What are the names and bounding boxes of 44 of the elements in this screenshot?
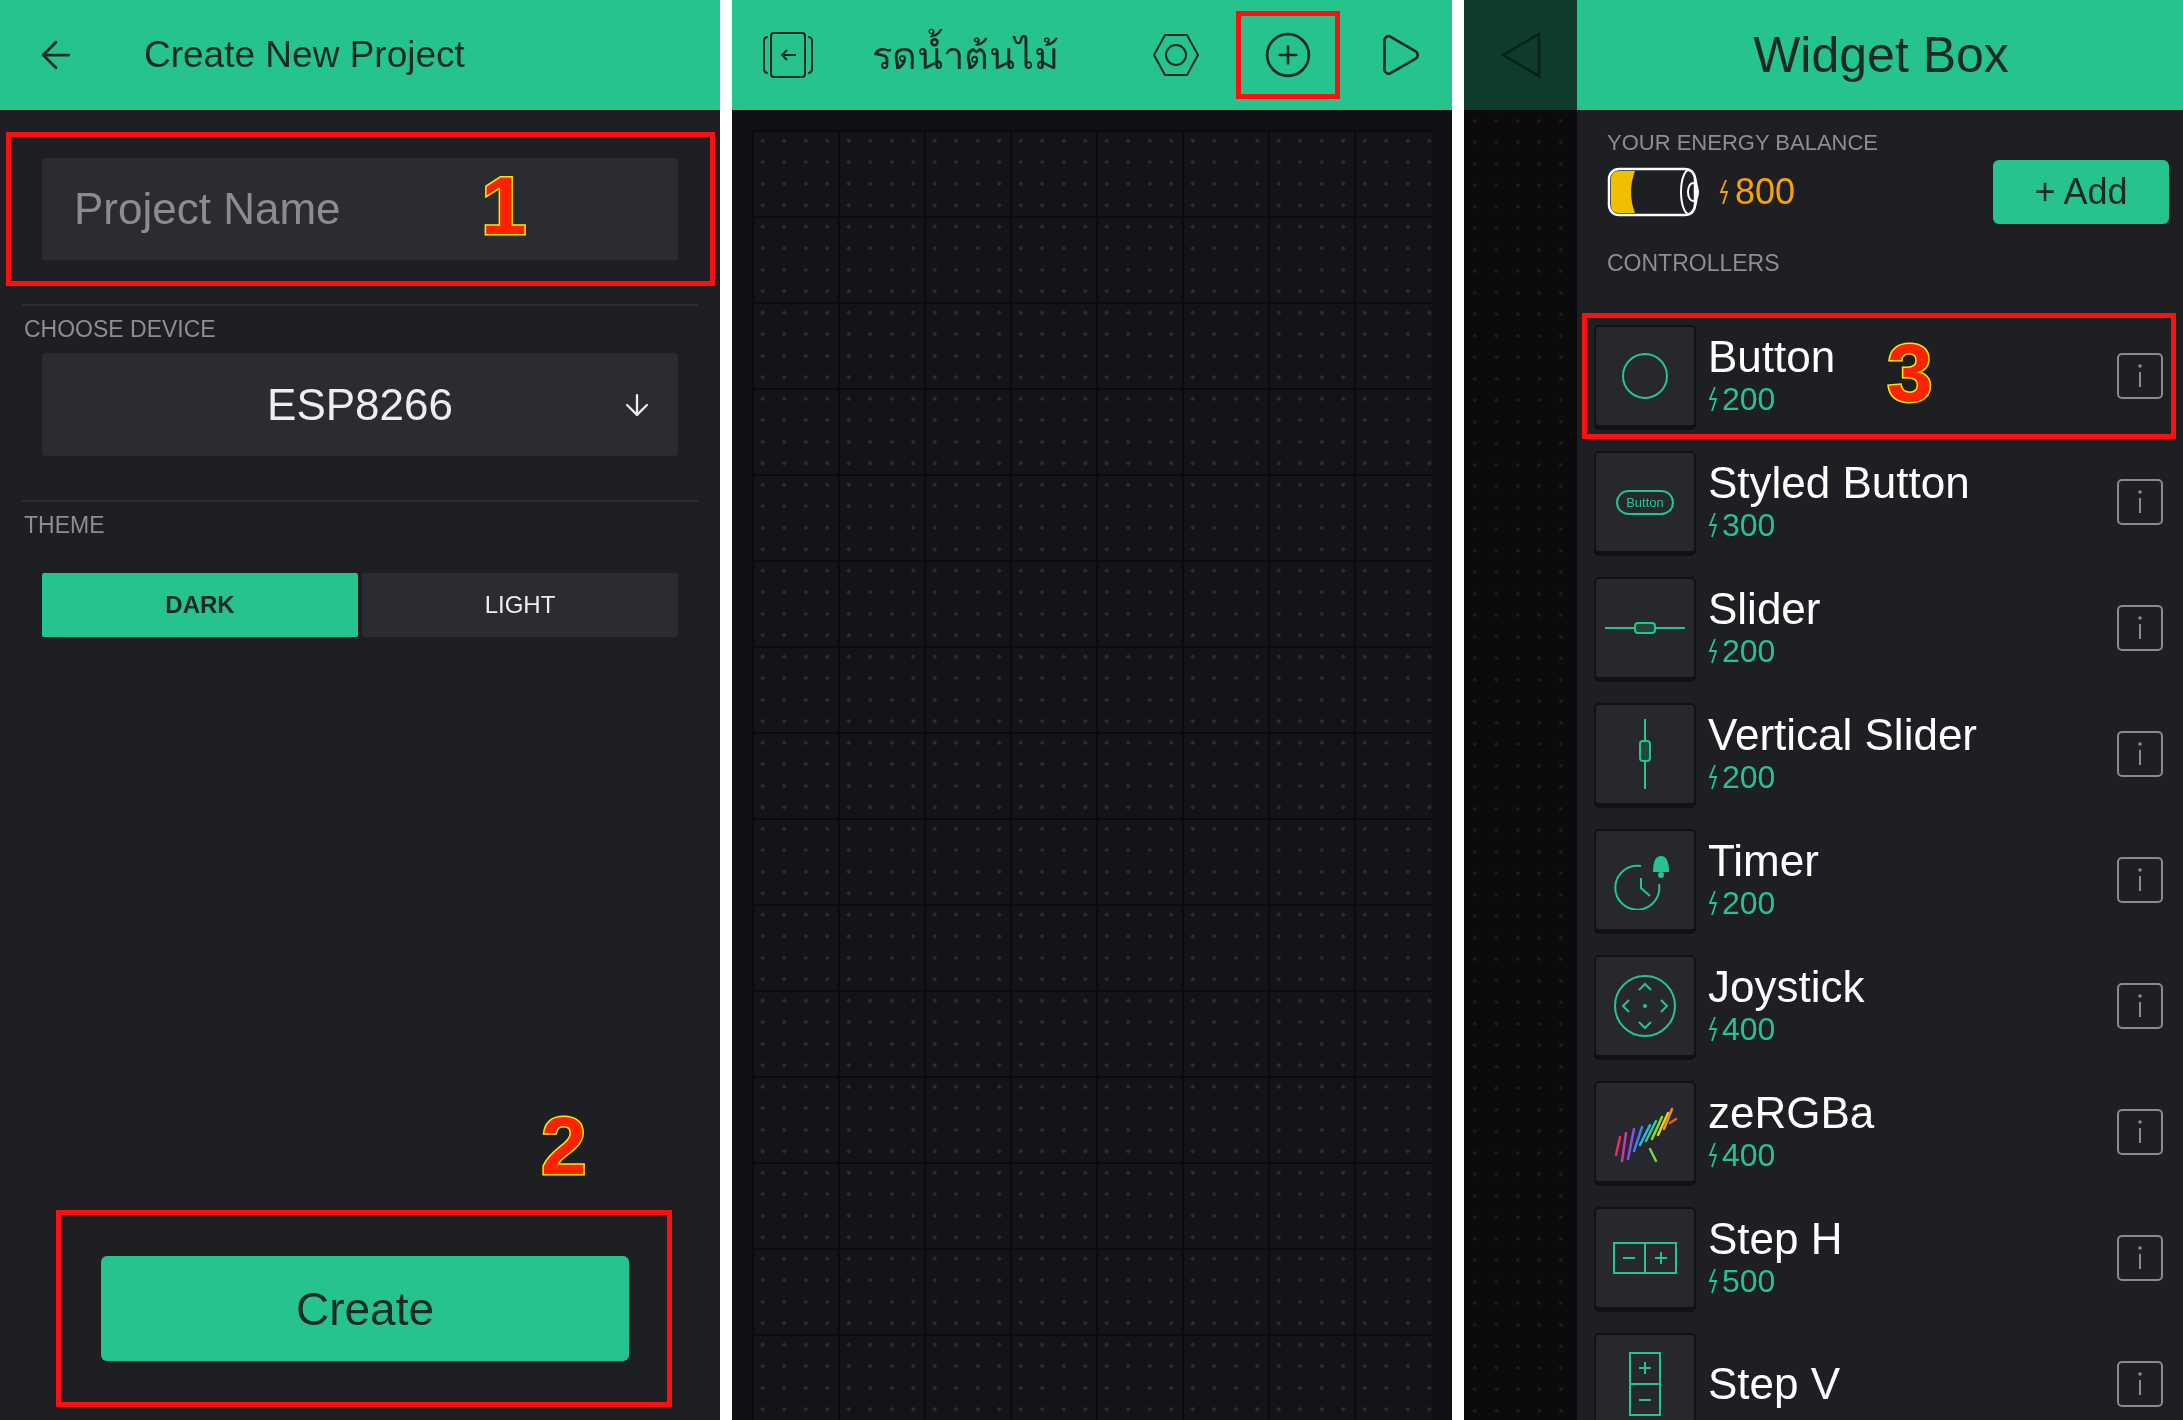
screen-title: Create New Project (144, 34, 465, 76)
widget-cost: 200 (1722, 884, 1776, 922)
widget-item[interactable]: Button Styled Button 300 (1582, 439, 2176, 565)
widget-name: Step H (1708, 1216, 1843, 1263)
widget-name: Button (1708, 334, 1836, 381)
widget-item[interactable]: Step H 500 (1582, 1195, 2176, 1321)
theme-option[interactable]: LIGHT (362, 573, 678, 637)
create-button[interactable]: Create (101, 1256, 629, 1361)
device-dropdown[interactable]: ESP8266 (42, 353, 678, 456)
widget-item[interactable]: Button 200 3 (1582, 313, 2176, 439)
widget-item[interactable]: Vertical Slider 200 (1582, 691, 2176, 817)
section-label: THEME (24, 512, 106, 539)
panel-title: Widget Box (1753, 26, 2009, 84)
widget-name: Step V (1708, 1360, 1841, 1408)
section-label: CHOOSE DEVICE (24, 316, 217, 343)
widget-cost: 400 (1722, 1010, 1776, 1048)
section-label: YOUR ENERGY BALANCE (1607, 130, 1879, 156)
widget-name: Joystick (1708, 964, 1865, 1011)
widget-name: zeRGBa (1708, 1090, 1875, 1137)
callout-number: 3 (1887, 332, 1933, 414)
callout-number: 1 (481, 165, 527, 247)
widget-item[interactable]: zeRGBa 400 (1582, 1069, 2176, 1195)
widget-item[interactable]: Slider 200 (1582, 565, 2176, 691)
widget-cost: 200 (1722, 758, 1776, 796)
widget-item[interactable]: Timer 200 (1582, 817, 2176, 943)
device-value: ESP8266 (267, 379, 453, 430)
energy-amount: 800 (1735, 171, 1796, 213)
add-energy-button[interactable]: + Add (1993, 160, 2169, 224)
widget-item[interactable]: Joystick 400 (1582, 943, 2176, 1069)
widget-cost: 200 (1722, 380, 1776, 418)
project-title: รดน้ำต้นไม้ (872, 24, 1059, 86)
widget-name: Slider (1708, 586, 1821, 633)
widget-item[interactable]: Step V (1582, 1321, 2176, 1420)
widget-cost: 400 (1722, 1136, 1776, 1174)
widget-name: Styled Button (1708, 460, 1970, 507)
pill-icon: Button (1616, 489, 1674, 515)
widget-cost: 200 (1722, 632, 1776, 670)
section-label: CONTROLLERS (1607, 250, 1781, 277)
theme-option[interactable]: DARK (42, 573, 358, 637)
widget-name: Vertical Slider (1708, 712, 1977, 759)
widget-name: Timer (1708, 838, 1819, 885)
callout-number: 2 (541, 1105, 587, 1187)
widget-cost: 500 (1722, 1262, 1776, 1300)
widget-cost: 300 (1722, 506, 1776, 544)
